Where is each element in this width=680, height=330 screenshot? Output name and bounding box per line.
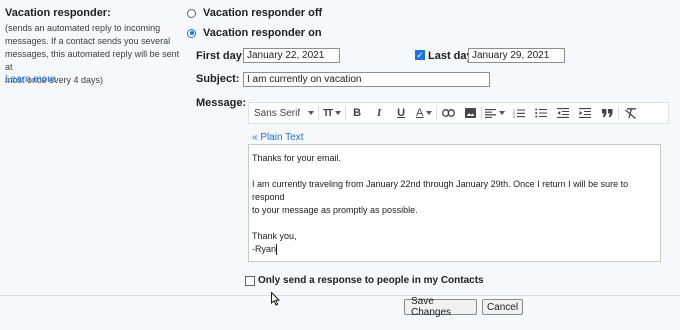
contacts-only-label: Only send a response to people in my Con… bbox=[258, 275, 484, 286]
text-color-icon: A bbox=[415, 107, 424, 119]
remove-formatting-button[interactable] bbox=[619, 103, 643, 123]
subject-label: Subject: bbox=[196, 73, 240, 85]
vacation-responder-title: Vacation responder: bbox=[5, 7, 111, 19]
underline-button[interactable]: U bbox=[390, 103, 412, 123]
link-icon bbox=[441, 109, 455, 117]
subject-input[interactable] bbox=[243, 72, 490, 87]
message-signature-line: -Ryan bbox=[252, 244, 278, 256]
last-day-input[interactable] bbox=[468, 48, 565, 63]
message-blank-line bbox=[252, 165, 657, 178]
bulleted-list-icon bbox=[535, 108, 548, 118]
align-icon bbox=[485, 108, 497, 118]
italic-button[interactable]: I bbox=[368, 103, 390, 123]
svg-text:3: 3 bbox=[513, 115, 515, 118]
insert-link-button[interactable] bbox=[437, 103, 459, 123]
quote-button[interactable] bbox=[596, 103, 618, 123]
text-caret bbox=[276, 244, 278, 256]
first-day-label: First day: bbox=[196, 50, 246, 62]
numbered-list-icon: 123 bbox=[513, 108, 526, 118]
message-body-editor[interactable]: Thanks for your email. I am currently tr… bbox=[248, 144, 661, 262]
remove-formatting-icon bbox=[625, 107, 637, 119]
plain-text-link[interactable]: « Plain Text bbox=[252, 132, 304, 143]
bold-button[interactable]: B bbox=[346, 103, 368, 123]
indent-more-button[interactable] bbox=[574, 103, 596, 123]
first-day-input[interactable] bbox=[243, 48, 340, 63]
responder-off-label: Vacation responder off bbox=[203, 7, 323, 19]
numbered-list-button[interactable]: 123 bbox=[508, 103, 530, 123]
responder-on-radio[interactable] bbox=[187, 28, 196, 38]
responder-off-option[interactable]: Vacation responder off bbox=[187, 7, 322, 19]
font-family-select[interactable]: Sans Serif bbox=[249, 103, 318, 123]
divider bbox=[0, 295, 680, 296]
underline-icon: U bbox=[397, 107, 406, 119]
bold-icon: B bbox=[353, 107, 362, 119]
cancel-button[interactable]: Cancel bbox=[482, 299, 523, 315]
formatting-toolbar: Sans Serif TT B I U A 1 2 3 bbox=[248, 102, 669, 124]
align-button[interactable] bbox=[482, 103, 508, 123]
indent-less-icon bbox=[557, 108, 570, 118]
bulleted-list-button[interactable] bbox=[530, 103, 552, 123]
insert-image-button[interactable] bbox=[459, 103, 481, 123]
font-family-value: Sans Serif bbox=[254, 107, 301, 119]
save-changes-button[interactable]: Save Changes bbox=[404, 296, 477, 318]
chevron-down-icon bbox=[308, 111, 315, 115]
contacts-only-option[interactable]: Only send a response to people in my Con… bbox=[245, 275, 484, 286]
text-color-button[interactable]: A bbox=[412, 103, 436, 123]
last-day-checkbox[interactable]: ✓ bbox=[415, 50, 425, 60]
text-size-icon: TT bbox=[323, 107, 333, 119]
image-icon bbox=[464, 108, 476, 118]
indent-less-button[interactable] bbox=[552, 103, 574, 123]
indent-more-icon bbox=[579, 108, 592, 118]
responder-on-label: Vacation responder on bbox=[203, 27, 322, 39]
text-size-button[interactable]: TT bbox=[319, 103, 345, 123]
learn-more-link[interactable]: Learn more bbox=[5, 74, 56, 85]
message-line: to your message as promptly as possible. bbox=[252, 205, 418, 215]
message-label: Message: bbox=[196, 97, 247, 109]
contacts-only-checkbox[interactable] bbox=[245, 275, 255, 286]
responder-off-radio[interactable] bbox=[187, 8, 196, 18]
message-line: I am currently traveling from January 22… bbox=[252, 179, 629, 202]
message-blank-line bbox=[252, 217, 657, 230]
quote-icon bbox=[601, 109, 613, 117]
message-line: Thank you, bbox=[252, 231, 297, 241]
italic-icon: I bbox=[377, 107, 382, 119]
message-line: Thanks for your email. bbox=[252, 153, 342, 163]
responder-on-option[interactable]: Vacation responder on bbox=[187, 27, 322, 39]
mouse-pointer-icon bbox=[271, 291, 281, 311]
